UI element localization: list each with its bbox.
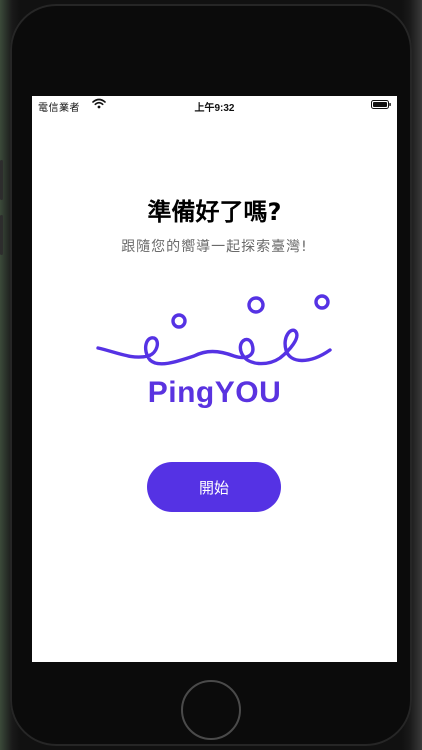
- battery-icon: [371, 100, 391, 109]
- volume-up-button: [0, 160, 3, 200]
- status-bar: 電信業者 上午9:32: [32, 96, 397, 114]
- page-title: 準備好了嗎?: [147, 198, 282, 226]
- page-subtitle: 跟隨您的嚮導一起探索臺灣!: [121, 239, 308, 255]
- home-button[interactable]: [181, 680, 241, 740]
- pingyou-logo-text: PingYOU: [147, 376, 282, 409]
- volume-down-button: [0, 215, 3, 255]
- start-button[interactable]: 開始: [147, 462, 281, 512]
- device-frame: 電信業者 上午9:32 準備好了嗎? 跟隨您的嚮導一起探索臺灣! PingYOU…: [0, 0, 422, 750]
- app-screen: 電信業者 上午9:32 準備好了嗎? 跟隨您的嚮導一起探索臺灣! PingYOU…: [32, 96, 397, 662]
- status-time: 上午9:32: [194, 103, 235, 114]
- pingyou-logo-mark-icon: [96, 294, 332, 366]
